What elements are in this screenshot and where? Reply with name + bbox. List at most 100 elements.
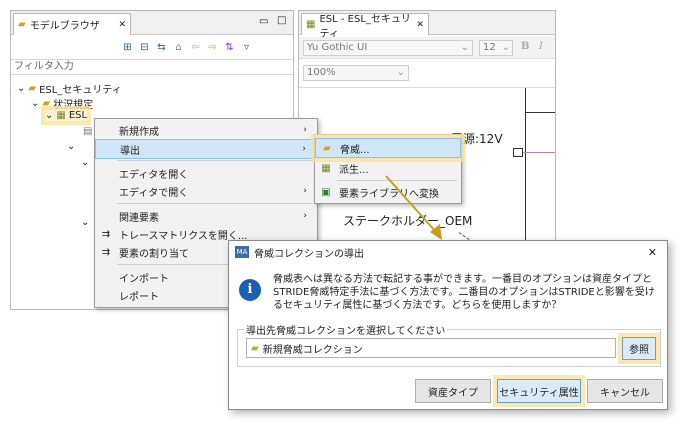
home-icon[interactable]: ⌂ [172,41,185,54]
browse-button-label: 参照 [629,345,649,356]
menu-item-label: 導出 [120,145,140,157]
bold-button[interactable]: B [521,41,529,52]
submenu-item-label: 脅威... [340,144,370,156]
chevron-down-icon[interactable]: ⌄ [17,83,25,94]
port-icon[interactable] [513,148,523,157]
chevron-down-icon[interactable]: ⌄ [67,141,75,152]
italic-button[interactable]: I [539,41,543,52]
menu-item-label: 新規作成 [119,126,159,138]
tab-editor[interactable]: ▦ ESL - ESL_セキュリティ ✕ [301,13,429,40]
menu-item-label: エディタで開く [119,187,189,199]
menu-item-label: レポート [119,291,159,303]
menu-item-label: 要素の割り当て [119,248,189,260]
cancel-button-label: キャンセル [600,387,650,399]
collection-group: 導出先脅威コレクションを選択してください ▰ 新規脅威コレクション 参照 [237,322,661,367]
menu-item-derive[interactable]: 導出 › [95,139,317,159]
font-size-select[interactable]: 12 ⌄ [479,40,513,56]
folder-open-icon: ▰ [42,98,51,109]
browse-button[interactable]: 参照 [622,337,656,360]
collection-field[interactable]: ▰ 新規脅威コレクション [246,338,616,358]
menu-item-related[interactable]: 関連要素 › [95,207,317,225]
menu-item-open-editor[interactable]: エディタを開く [95,164,317,182]
tab-editor-label: ESL - ESL_セキュリティ [319,13,411,40]
link-icon[interactable]: ⇆ [155,41,168,54]
callout-arrow [385,175,442,240]
zoom-value: 100% [307,67,336,78]
chevron-down-icon: ⌄ [460,42,469,53]
font-family-select[interactable]: Yu Gothic UI ⌄ [303,40,473,56]
security-attribute-button[interactable]: セキュリティ属性 [497,379,581,403]
document-icon: ▤ [83,126,93,137]
menu-item-label: 関連要素 [119,212,159,224]
group-label: 導出先脅威コレクションを選択してください [244,322,448,337]
folder-icon: ▰ [18,19,26,30]
tree-child-label: 状況規定 [53,100,94,111]
collection-value: 新規脅威コレクション [262,344,363,356]
diagram-icon: ▦ [56,110,66,121]
chevron-right-icon: › [303,211,307,221]
menu-separator [117,160,313,161]
chevron-down-icon[interactable]: ⌄ [45,110,53,121]
model-browser-toolbar: ⊞ ⊟ ⇆ ⌂ ⇦ ⇨ ⇅ ▿ [121,41,291,57]
close-tab-icon[interactable]: ✕ [118,20,126,30]
chevron-right-icon: › [302,144,306,154]
asset-type-button-label: 資産タイプ [428,387,478,399]
forward-icon[interactable]: ⇨ [206,41,219,54]
model-browser-tabbar: ▰ モデルブラウザ ✕ ▭ □ [11,11,293,35]
menu-separator [117,203,313,204]
allocate-icon: ⇉ [101,246,111,258]
tree-row-child[interactable]: ⌄ ▰ 状況規定 [31,96,93,111]
filter-placeholder: フィルタ入力 [14,61,74,72]
chevron-right-icon: › [303,125,307,135]
security-attribute-button-label: セキュリティ属性 [499,387,579,399]
library-icon: ▣ [321,186,331,198]
submenu-item-label: 派生... [339,164,369,176]
font-size-value: 12 [483,42,496,53]
chevron-down-icon: ⌄ [396,67,405,78]
expand-all-icon[interactable]: ⊞ [121,41,134,54]
chevron-down-icon[interactable]: ⌄ [81,217,89,228]
filter-input[interactable]: フィルタ入力 [11,59,293,75]
font-family-value: Yu Gothic UI [307,42,368,53]
collapse-all-icon[interactable]: ⊟ [138,41,151,54]
chevron-down-icon[interactable]: ⌄ [31,98,39,109]
info-icon: i [239,279,261,301]
font-toolbar: Yu Gothic UI ⌄ 12 ⌄ B I [299,37,555,59]
menu-item-new[interactable]: 新規作成 › [95,121,317,139]
close-icon[interactable]: ✕ [648,246,657,259]
menu-item-label: インポート [119,273,169,285]
sort-icon[interactable]: ⇅ [223,41,236,54]
app-icon: MA [235,246,249,258]
tab-model-browser-label: モデルブラウザ [29,21,100,32]
minimize-icon[interactable]: ▭ [259,16,268,27]
chevron-right-icon: › [303,186,307,196]
chevron-down-icon: ⌄ [501,42,510,53]
derived-icon: ▦ [321,162,331,174]
submenu-item-threat[interactable]: ▰ 脅威... [315,138,461,158]
asset-type-button[interactable]: 資産タイプ [415,379,491,403]
derive-dialog: MA 脅威コレクションの導出 ✕ i 脅威表へは異なる方法で転記する事ができます… [228,240,668,410]
editor-tabbar: ▦ ESL - ESL_セキュリティ ✕ [299,11,555,40]
menu-item-open-with[interactable]: エディタで開く › [95,182,317,200]
tree-leaf-label: ESL [68,110,88,121]
dialog-message: 脅威表へは異なる方法で転記する事ができます。一番目のオプションは資産タイプとST… [273,274,655,311]
tab-model-browser[interactable]: ▰ モデルブラウザ ✕ [13,13,131,35]
maximize-icon[interactable]: □ [277,15,286,26]
chevron-down-icon[interactable]: ⌄ [81,157,89,168]
view-menu-icon[interactable]: ▿ [240,41,253,54]
zoom-select[interactable]: 100% ⌄ [303,65,409,81]
folder-open-icon: ▰ [28,83,37,94]
threat-icon: ▰ [323,142,331,154]
trace-matrix-icon: ⇉ [101,228,111,240]
tree-row-root[interactable]: ⌄ ▰ ESL_セキュリティ [17,81,122,96]
collection-icon: ▰ [251,342,259,354]
diagram-line [519,152,555,153]
menu-item-label: エディタを開く [119,169,189,181]
cancel-button[interactable]: キャンセル [587,379,663,403]
back-icon[interactable]: ⇦ [189,41,202,54]
diagram-line [525,112,555,113]
tree-row-leaf[interactable]: ⌄ ▦ ESL [45,110,88,121]
close-tab-icon[interactable]: ✕ [416,20,424,30]
dialog-title: 脅威コレクションの導出 [254,248,364,260]
dialog-titlebar: MA 脅威コレクションの導出 ✕ [229,241,667,263]
